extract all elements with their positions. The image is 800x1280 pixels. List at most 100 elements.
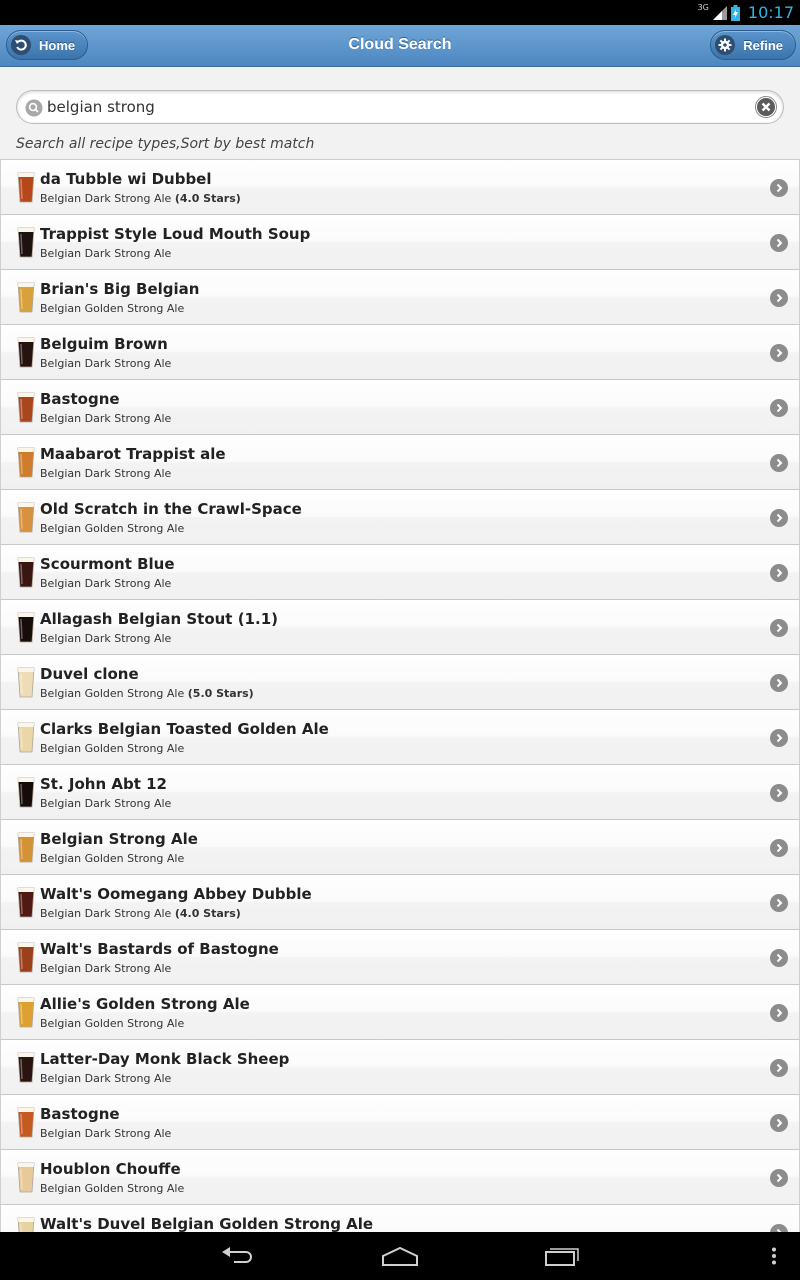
recipe-style: Belgian Golden Strong Ale: [40, 1017, 185, 1030]
beer-glass-icon: [17, 942, 35, 973]
chevron-right-icon: [770, 289, 788, 307]
recipe-subtitle: Belgian Golden Strong Ale: [40, 302, 184, 315]
recipe-style: Belgian Dark Strong Ale: [40, 1072, 172, 1085]
recipe-row[interactable]: Scourmont Blue Belgian Dark Strong Ale: [0, 545, 800, 600]
nav-menu-button[interactable]: [764, 1242, 784, 1270]
home-button[interactable]: Home: [6, 30, 89, 60]
recipe-title: Houblon Chouffe: [40, 1160, 181, 1178]
recipe-subtitle: Belgian Dark Strong Ale (4.0 Stars): [40, 907, 241, 920]
recipe-row[interactable]: St. John Abt 12 Belgian Dark Strong Ale: [0, 765, 800, 820]
recipe-style: Belgian Golden Strong Ale: [40, 522, 185, 535]
recipe-subtitle: Belgian Golden Strong Ale: [40, 1017, 184, 1030]
signal-icon: [712, 5, 727, 20]
beer-glass-icon: [17, 447, 35, 478]
recipe-row[interactable]: Allie's Golden Strong Ale Belgian Golden …: [0, 985, 800, 1040]
recipe-style: Belgian Golden Strong Ale: [40, 742, 185, 755]
chevron-right-icon: [770, 949, 788, 967]
recipe-title: Maabarot Trappist ale: [40, 445, 226, 463]
menu-dots-icon: [772, 1247, 776, 1265]
recipe-row[interactable]: Maabarot Trappist ale Belgian Dark Strong…: [0, 435, 800, 490]
recipe-style: Belgian Dark Strong Ale: [40, 907, 172, 920]
recipe-row[interactable]: Bastogne Belgian Dark Strong Ale: [0, 1095, 800, 1150]
recipe-row[interactable]: Latter-Day Monk Black Sheep Belgian Dark …: [0, 1040, 800, 1095]
beer-glass-icon: [17, 777, 35, 808]
chevron-right-icon: [770, 399, 788, 417]
recipe-title: Clarks Belgian Toasted Golden Ale: [40, 720, 329, 738]
recipe-row[interactable]: Walt's Oomegang Abbey Dubble Belgian Dark…: [0, 875, 800, 930]
beer-glass-icon: [17, 557, 35, 588]
nav-recent-apps-button[interactable]: [542, 1242, 582, 1270]
recipe-style: Belgian Dark Strong Ale: [40, 412, 172, 425]
beer-glass-icon: [17, 1162, 35, 1193]
beer-glass-icon: [17, 172, 35, 203]
recipe-rating: (4.0 Stars): [174, 907, 241, 920]
clear-search-button[interactable]: [755, 96, 777, 118]
beer-glass-icon: [17, 667, 35, 698]
beer-glass-icon: [17, 1107, 35, 1138]
recipe-row[interactable]: Walt's Bastards of Bastogne Belgian Dark …: [0, 930, 800, 985]
recent-apps-icon: [545, 1248, 579, 1266]
recipe-title: Allie's Golden Strong Ale: [40, 995, 250, 1013]
nav-home-button[interactable]: [380, 1242, 420, 1270]
close-icon: [757, 98, 775, 116]
search-input[interactable]: [47, 92, 737, 122]
page-title: Cloud Search: [348, 36, 452, 53]
refine-button[interactable]: Refine: [710, 30, 796, 60]
beer-glass-icon: [17, 227, 35, 258]
recipe-subtitle: Belgian Dark Strong Ale: [40, 632, 171, 645]
recipe-row[interactable]: da Tubble wi Dubbel Belgian Dark Strong A…: [0, 160, 800, 215]
recipe-title: Brian's Big Belgian: [40, 280, 200, 298]
beer-glass-icon: [17, 1052, 35, 1083]
recipe-row[interactable]: Bastogne Belgian Dark Strong Ale: [0, 380, 800, 435]
recipe-title: Walt's Duvel Belgian Golden Strong Ale: [40, 1215, 374, 1232]
recipe-subtitle: Belgian Dark Strong Ale: [40, 357, 171, 370]
recipe-subtitle: Belgian Dark Strong Ale: [40, 467, 171, 480]
chevron-right-icon: [770, 894, 788, 912]
recipe-title: Trappist Style Loud Mouth Soup: [40, 225, 311, 243]
status-icons: 3G 10:17: [698, 0, 794, 25]
chevron-right-icon: [770, 234, 788, 252]
chevron-right-icon: [770, 344, 788, 362]
chevron-right-icon: [770, 839, 788, 857]
recipe-title: St. John Abt 12: [40, 775, 167, 793]
recipe-row[interactable]: Trappist Style Loud Mouth Soup Belgian Da…: [0, 215, 800, 270]
recipe-row[interactable]: Belguim Brown Belgian Dark Strong Ale: [0, 325, 800, 380]
beer-glass-icon: [17, 832, 35, 863]
recipe-title: Bastogne: [40, 390, 120, 408]
recipe-row[interactable]: Houblon Chouffe Belgian Golden Strong Ale: [0, 1150, 800, 1205]
recipe-row[interactable]: Allagash Belgian Stout (1.1) Belgian Dark…: [0, 600, 800, 655]
beer-glass-icon: [17, 887, 35, 918]
gear-icon: [715, 35, 736, 55]
recipe-style: Belgian Dark Strong Ale: [40, 192, 172, 205]
recipe-style: Belgian Dark Strong Ale: [40, 247, 172, 260]
recipe-row[interactable]: Walt's Duvel Belgian Golden Strong Ale: [0, 1205, 800, 1232]
beer-glass-icon: [17, 997, 35, 1028]
recipe-row[interactable]: Old Scratch in the Crawl-Space Belgian Go…: [0, 490, 800, 545]
recipe-style: Belgian Dark Strong Ale: [40, 577, 172, 590]
recipe-rating: (4.0 Stars): [174, 192, 241, 205]
chevron-right-icon: [770, 1004, 788, 1022]
back-arrow-icon: [11, 35, 31, 55]
home-label: Home: [39, 37, 76, 53]
recipe-row[interactable]: Clarks Belgian Toasted Golden Ale Belgian…: [0, 710, 800, 765]
recipe-style: Belgian Dark Strong Ale: [40, 467, 172, 480]
recipe-style: Belgian Golden Strong Ale: [40, 302, 185, 315]
recipe-row[interactable]: Duvel clone Belgian Golden Strong Ale (5.…: [0, 655, 800, 710]
recipe-style: Belgian Golden Strong Ale: [40, 687, 185, 700]
recipe-list: da Tubble wi Dubbel Belgian Dark Strong A…: [0, 159, 800, 1232]
header-bar: Cloud Search Home Refine: [0, 25, 800, 67]
recipe-style: Belgian Golden Strong Ale: [40, 852, 185, 865]
recipe-subtitle: Belgian Dark Strong Ale: [40, 962, 171, 975]
recipe-row[interactable]: Brian's Big Belgian Belgian Golden Strong…: [0, 270, 800, 325]
nav-back-button[interactable]: [218, 1242, 258, 1270]
recipe-title: Scourmont Blue: [40, 555, 175, 573]
recipe-style: Belgian Dark Strong Ale: [40, 962, 172, 975]
battery-icon: [730, 4, 740, 21]
recipe-row[interactable]: Belgian Strong Ale Belgian Golden Strong …: [0, 820, 800, 875]
chevron-right-icon: [770, 1059, 788, 1077]
recipe-subtitle: Belgian Dark Strong Ale: [40, 1072, 171, 1085]
clock: 10:17: [747, 3, 794, 22]
chevron-right-icon: [770, 509, 788, 527]
network-type: 3G: [697, 3, 709, 12]
back-icon: [222, 1247, 252, 1263]
